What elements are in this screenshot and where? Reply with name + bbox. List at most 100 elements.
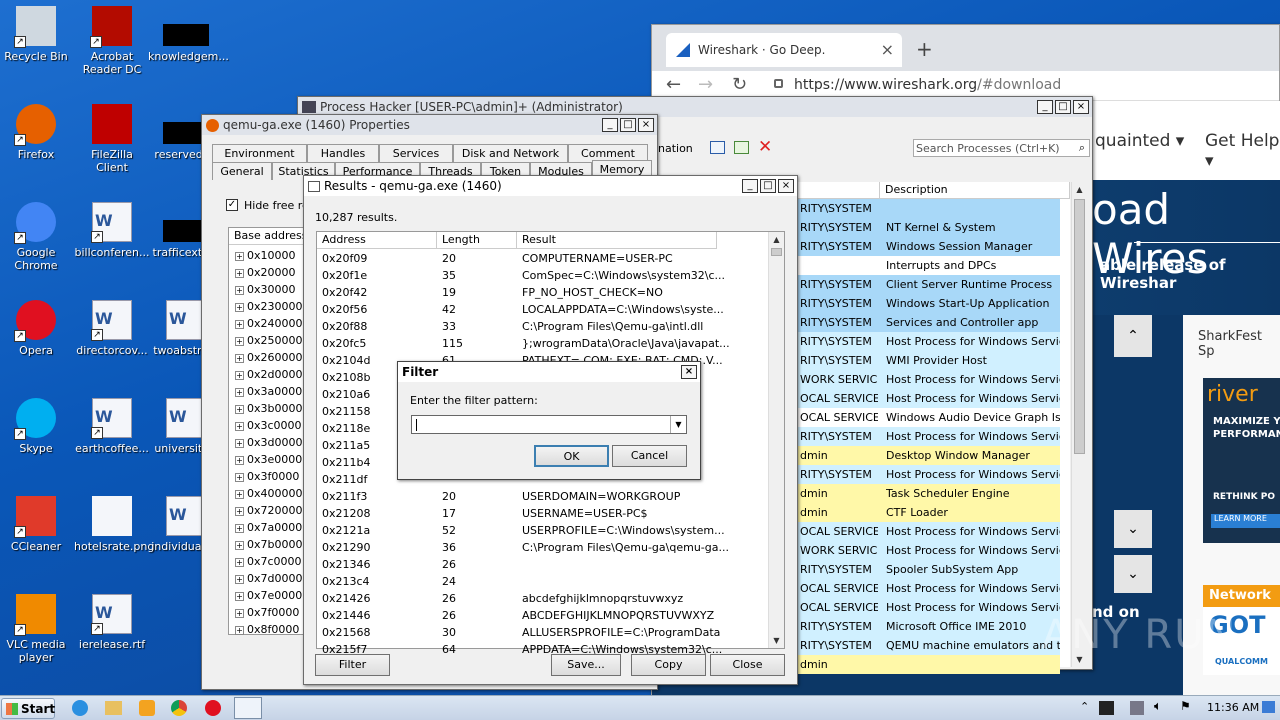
opera-taskbar-icon[interactable] (205, 700, 221, 716)
expand-icon[interactable]: + (235, 523, 244, 533)
find-window-icon[interactable] (734, 141, 749, 154)
nav-getting-acquainted[interactable]: quainted ▾ (1095, 131, 1184, 151)
maximize-button[interactable]: □ (620, 118, 636, 132)
result-address[interactable]: 0x21446 (322, 607, 422, 624)
collapse-panel-3[interactable]: ⌄ (1114, 555, 1152, 593)
show-desktop-button[interactable] (1262, 701, 1275, 713)
result-address[interactable]: 0x21568 (322, 624, 422, 641)
memory-row[interactable]: +0x3c0000 (235, 417, 307, 434)
memory-row[interactable]: +0x400000 (235, 485, 307, 502)
flag-icon[interactable]: ⚑ (1180, 699, 1191, 713)
start-button[interactable]: Start (1, 698, 55, 719)
tray-app-icon[interactable] (1099, 701, 1114, 715)
results-scrollbar[interactable]: ▲ ▼ (768, 232, 784, 648)
result-address[interactable]: 0x20f56 (322, 301, 422, 318)
collapse-panel-2[interactable]: ⌄ (1114, 510, 1152, 548)
maximize-button[interactable]: □ (760, 179, 776, 193)
minimize-button[interactable]: _ (742, 179, 758, 193)
media-player-icon[interactable] (139, 700, 155, 716)
toolbar-text[interactable]: nation (658, 142, 693, 155)
minimize-button[interactable]: _ (1037, 100, 1053, 114)
search-processes-input[interactable]: Search Processes (Ctrl+K) ⌕ (913, 139, 1090, 157)
browser-tab[interactable]: Wireshark · Go Deep. × (666, 33, 902, 67)
close-tab-icon[interactable]: × (881, 40, 894, 59)
minimize-button[interactable]: _ (602, 118, 618, 132)
process-row[interactable]: Interrupts and DPCs (798, 256, 1060, 275)
scroll-up-icon[interactable]: ▲ (1072, 182, 1087, 197)
process-hacker-taskbar-icon[interactable] (234, 697, 262, 719)
clock[interactable]: 11:36 AM (1207, 701, 1259, 714)
col-result[interactable]: Result (517, 232, 717, 249)
memory-row[interactable]: +0x260000 (235, 349, 307, 366)
expand-icon[interactable]: + (235, 421, 244, 431)
expand-icon[interactable]: + (235, 625, 244, 635)
ok-button[interactable]: OK (534, 445, 609, 467)
close-button[interactable]: × (681, 365, 697, 379)
col-length[interactable]: Length (437, 232, 517, 249)
ie-icon[interactable] (72, 700, 88, 716)
process-row[interactable]: RITY\SYSTEM Services and Controller app (798, 313, 1060, 332)
new-tab-button[interactable]: + (916, 37, 933, 61)
expand-icon[interactable]: + (235, 591, 244, 601)
process-list-scrollbar[interactable]: ▲ ▼ (1071, 182, 1087, 667)
process-row[interactable]: RITY\SYSTEM Spooler SubSystem App (798, 560, 1060, 579)
desktop-icon[interactable]: FileZilla Client (74, 104, 150, 174)
scroll-down-icon[interactable]: ▼ (769, 633, 784, 648)
ad-banner-1[interactable]: river MAXIMIZE Y PERFORMAN RETHINK PO LE… (1203, 378, 1280, 543)
col-description[interactable]: Description (880, 182, 1070, 199)
process-row[interactable]: RITY\SYSTEM (798, 199, 1060, 218)
desktop-icon[interactable]: ↗ Acrobat Reader DC (74, 6, 150, 76)
desktop-icon[interactable]: ↗ Google Chrome (0, 202, 74, 272)
memory-row[interactable]: +0x30000 (235, 281, 307, 298)
process-row[interactable]: OCAL SERVICE Host Process for Windows Ser… (798, 522, 1060, 541)
expand-icon[interactable]: + (235, 455, 244, 465)
expand-icon[interactable]: + (235, 285, 244, 295)
save-button[interactable]: Save... (551, 654, 621, 676)
expand-icon[interactable]: + (235, 438, 244, 448)
terminate-icon[interactable]: ✕ (758, 137, 772, 157)
process-row[interactable]: OCAL SERVICE Host Process for Windows Ser… (798, 389, 1060, 408)
tab-general[interactable]: General (212, 162, 272, 180)
scroll-thumb[interactable] (771, 248, 782, 256)
memory-row[interactable]: +0x240000 (235, 315, 307, 332)
expand-icon[interactable]: + (235, 472, 244, 482)
memory-row[interactable]: +0x3f0000 (235, 468, 307, 485)
process-row[interactable]: RITY\SYSTEM Client Server Runtime Process (798, 275, 1060, 294)
memory-row[interactable]: +0x7c0000 (235, 553, 307, 570)
desktop-icon[interactable]: W ↗ earthcoffee... (74, 398, 150, 455)
copy-button[interactable]: Copy (631, 654, 706, 676)
result-address[interactable]: 0x21346 (322, 556, 422, 573)
expand-icon[interactable]: + (235, 557, 244, 567)
memory-row[interactable]: +0x7a0000 (235, 519, 307, 536)
memory-row[interactable]: +0x3a0000 (235, 383, 307, 400)
memory-row[interactable]: +0x3d0000 (235, 434, 307, 451)
expand-icon[interactable]: + (235, 574, 244, 584)
show-hidden-icons[interactable]: ⌃ (1080, 700, 1089, 713)
desktop-icon[interactable]: ↗ Firefox (0, 104, 74, 161)
process-row[interactable]: OCAL SERVICE Windows Audio Device Graph I… (798, 408, 1060, 427)
maximize-button[interactable]: □ (1055, 100, 1071, 114)
filter-button[interactable]: Filter (315, 654, 390, 676)
close-button[interactable]: × (1073, 100, 1089, 114)
desktop-icon[interactable]: W ↗ billconferen... (74, 202, 150, 259)
process-row[interactable]: RITY\SYSTEM WMI Provider Host (798, 351, 1060, 370)
expand-icon[interactable]: + (235, 336, 244, 346)
desktop-icon[interactable]: W ↗ directorcov... (74, 300, 150, 357)
result-address[interactable]: 0x20f1e (322, 267, 422, 284)
memory-row[interactable]: +0x10000 (235, 247, 307, 264)
process-row[interactable]: RITY\SYSTEM QEMU machine emulators and to… (798, 636, 1060, 655)
desktop-icon[interactable]: hotelsrate.png (74, 496, 154, 553)
process-row[interactable]: RITY\SYSTEM Windows Session Manager (798, 237, 1060, 256)
reload-icon[interactable]: ↻ (732, 74, 747, 95)
filter-pattern-input[interactable]: ▼ (411, 415, 687, 434)
collapse-panel-1[interactable]: ⌃ (1114, 315, 1152, 357)
result-address[interactable]: 0x20f09 (322, 250, 422, 267)
network-icon[interactable] (1130, 701, 1144, 715)
col-address[interactable]: Address (317, 232, 437, 249)
expand-icon[interactable]: + (235, 608, 244, 618)
result-address[interactable]: 0x21290 (322, 539, 422, 556)
memory-row[interactable]: +0x230000 (235, 298, 307, 315)
expand-icon[interactable]: + (235, 387, 244, 397)
memory-row[interactable]: +0x2d0000 (235, 366, 307, 383)
process-row[interactable]: WORK SERVICE Host Process for Windows Ser… (798, 541, 1060, 560)
